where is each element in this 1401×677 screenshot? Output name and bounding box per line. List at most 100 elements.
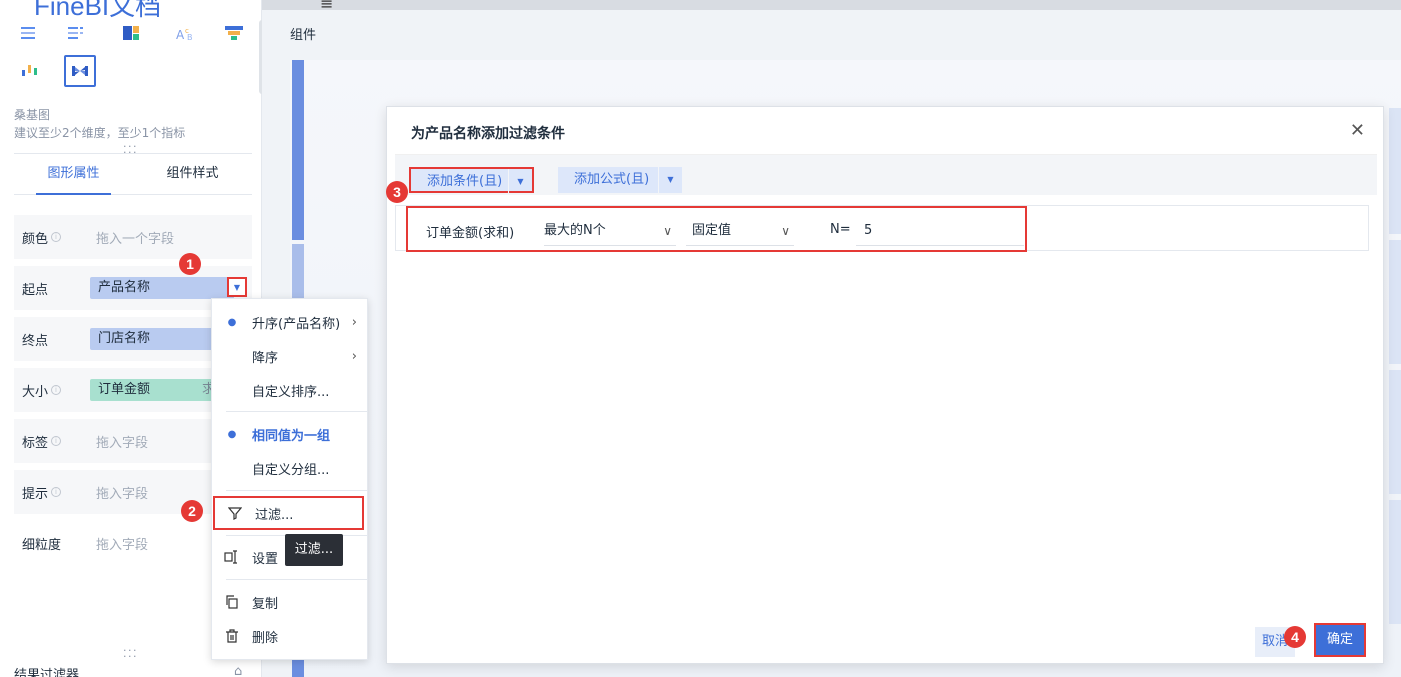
sankey-node [1389, 240, 1401, 364]
condition-highlight: 订单金额(求和) 最大的N个 ∨ 固定值 ∨ N= 5 [406, 206, 1027, 252]
copy-icon [212, 595, 252, 609]
target-label: 终点 [22, 333, 49, 349]
menu-divider [226, 579, 367, 580]
svg-text:A: A [176, 28, 185, 42]
selected-dot-icon: ● [227, 316, 237, 328]
operator-select[interactable]: 最大的N个 ∨ [544, 216, 676, 246]
sankey-node [292, 244, 304, 304]
add-condition-button[interactable]: 添加条件(且) ▼ [409, 167, 534, 195]
sankey-chart-icon[interactable] [64, 55, 96, 87]
trash-icon [212, 629, 252, 643]
info-icon: i [51, 487, 62, 497]
close-icon[interactable]: ✕ [1350, 120, 1365, 141]
filter-icon [215, 506, 255, 520]
menu-item-custom-group[interactable]: 自定义分组... [212, 451, 367, 485]
filter-dialog: 为产品名称添加过滤条件 ✕ 添加条件(且) ▼ 添加公式(且) ▼ 订单金额(求… [386, 106, 1384, 664]
tag-label: 标签 [22, 435, 49, 451]
add-condition-label: 添加条件(且) [427, 174, 503, 189]
color-row[interactable]: 颜色 i 拖入一个字段 [14, 215, 252, 259]
top-bar [262, 0, 1401, 10]
info-icon: i [51, 385, 62, 395]
n-label: N= [830, 222, 851, 237]
step-badge-3: 3 [386, 181, 408, 203]
brand-logo-text: FineBI文档 [34, 0, 162, 21]
word-cloud-icon[interactable]: AcB [173, 22, 197, 44]
tab-component-style[interactable]: 组件样式 [133, 154, 252, 194]
tab-graph-properties[interactable]: 图形属性 [14, 154, 133, 195]
info-icon: i [51, 436, 62, 446]
menu-divider [226, 411, 367, 412]
chevron-right-icon: › [351, 348, 357, 364]
detail-table-icon[interactable] [64, 22, 88, 44]
step-badge-1: 1 [179, 253, 201, 275]
settings-icon [212, 550, 252, 564]
result-filter-label: 结果过滤器 [14, 668, 80, 677]
menu-item-label: 自定义排序... [252, 384, 330, 400]
table-chart-icon[interactable] [17, 22, 41, 44]
size-field-name: 订单金额 [98, 382, 151, 397]
menu-item-filter[interactable]: 过滤... [213, 496, 364, 530]
resize-handle-icon[interactable]: · · · · · · [123, 645, 137, 662]
lock-icon[interactable]: ⌂ [234, 664, 242, 677]
component-title: 组件 [290, 28, 317, 43]
ok-button[interactable]: 确定 [1314, 623, 1366, 657]
source-label: 起点 [22, 282, 49, 298]
menu-item-label: 复制 [252, 596, 279, 612]
value-type-value: 固定值 [692, 223, 732, 238]
value-type-select[interactable]: 固定值 ∨ [686, 216, 794, 246]
chart-type-name: 桑基图 [14, 108, 51, 122]
menu-item-label: 设置 [252, 551, 279, 567]
menu-item-custom-sort[interactable]: 自定义排序... [212, 373, 367, 407]
menu-item-copy[interactable]: 复制 [212, 585, 367, 619]
tooltip-drop-placeholder[interactable]: 拖入字段 [84, 483, 148, 502]
menu-item-delete[interactable]: 删除 [212, 619, 367, 653]
dialog-title: 为产品名称添加过滤条件 [411, 126, 565, 142]
step-badge-2: 2 [181, 500, 203, 522]
menu-item-label: 相同值为一组 [252, 428, 331, 444]
add-formula-button[interactable]: 添加公式(且) ▼ [558, 167, 682, 193]
step-badge-4: 4 [1284, 626, 1306, 648]
n-value-input[interactable]: 5 [856, 216, 1024, 246]
chevron-down-icon: ∨ [781, 224, 790, 238]
funnel-chart-icon[interactable] [222, 22, 246, 44]
property-tabs: 图形属性 组件样式 [14, 153, 252, 195]
menu-item-ascending[interactable]: ● 升序(产品名称) › [212, 305, 367, 339]
menu-item-label: 过滤... [255, 507, 294, 523]
operator-value: 最大的N个 [544, 223, 606, 238]
selected-dot-icon: ● [227, 428, 237, 440]
chevron-right-icon: › [351, 314, 357, 330]
tag-drop-placeholder[interactable]: 拖入字段 [84, 432, 148, 451]
source-dropdown-arrow-icon[interactable]: ▼ [227, 277, 247, 297]
menu-item-label: 升序(产品名称) [252, 316, 341, 332]
menu-divider [226, 490, 367, 491]
chart-type-hint: 建议至少2个维度，至少1个指标 [14, 126, 186, 140]
granularity-label: 细粒度 [22, 537, 62, 553]
svg-text:B: B [187, 33, 193, 42]
menu-item-label: 降序 [252, 350, 279, 366]
chevron-down-icon: ∨ [663, 224, 672, 238]
info-icon: i [51, 232, 62, 242]
condition-toolbar: 添加条件(且) ▼ 添加公式(且) ▼ [395, 155, 1377, 195]
condition-row: 订单金额(求和) 最大的N个 ∨ 固定值 ∨ N= 5 [395, 205, 1369, 252]
condition-field: 订单金额(求和) [426, 226, 515, 241]
sankey-node [1389, 370, 1401, 494]
source-field-chip[interactable]: 产品名称 [90, 277, 234, 299]
boxplot-chart-icon[interactable] [18, 60, 42, 82]
tooltip-label: 提示 [22, 486, 49, 502]
sankey-node [1389, 108, 1401, 234]
add-formula-dropdown-icon[interactable]: ▼ [658, 167, 682, 193]
sankey-node [292, 60, 304, 240]
treemap-icon[interactable] [119, 22, 143, 44]
field-context-menu: ● 升序(产品名称) › 降序 › 自定义排序... ● 相同值为一组 自定义分… [211, 298, 368, 660]
add-formula-label: 添加公式(且) [574, 172, 650, 187]
menu-item-label: 自定义分组... [252, 462, 330, 478]
filter-tooltip: 过滤... [285, 534, 343, 566]
granularity-drop-placeholder[interactable]: 拖入字段 [84, 534, 148, 553]
dialog-body: 添加条件(且) ▼ 添加公式(且) ▼ 订单金额(求和) 最大的N个 ∨ 固定值… [395, 154, 1377, 654]
color-drop-placeholder[interactable]: 拖入一个字段 [84, 228, 174, 247]
add-condition-dropdown-icon[interactable]: ▼ [508, 169, 532, 195]
menu-icon[interactable]: ≡ [320, 0, 333, 13]
menu-item-descending[interactable]: 降序 › [212, 339, 367, 373]
menu-item-same-value-group[interactable]: ● 相同值为一组 [212, 417, 367, 451]
color-label: 颜色 [22, 231, 49, 247]
